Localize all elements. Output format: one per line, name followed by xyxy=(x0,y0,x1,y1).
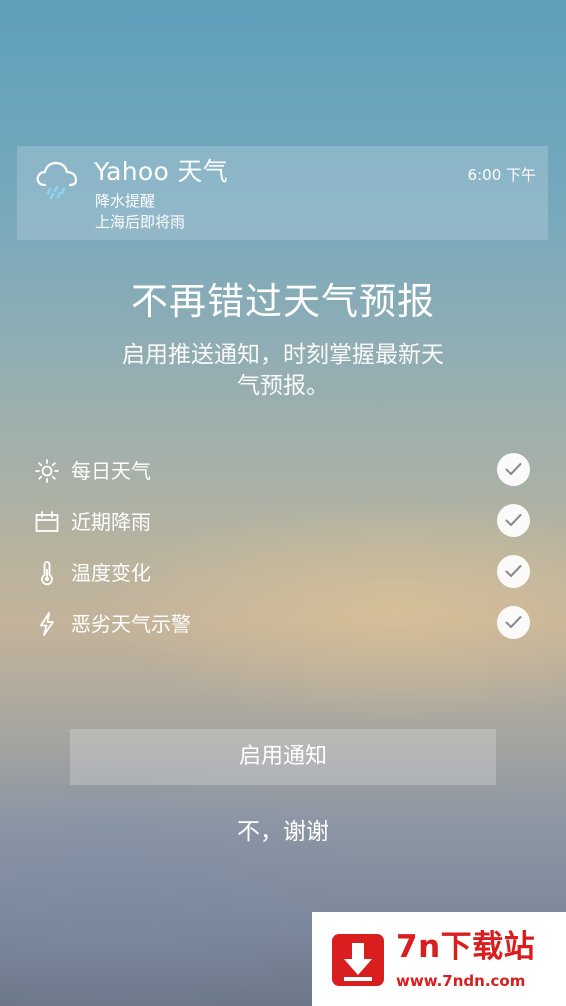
feature-item-upcoming-rain[interactable]: 近期降雨 xyxy=(0,501,566,541)
feature-item-severe-weather-alert[interactable]: 恶劣天气示警 xyxy=(0,603,566,643)
notification-time: 6:00 下午 xyxy=(467,166,536,184)
sun-icon xyxy=(34,458,60,484)
enable-notifications-button[interactable]: 启用通知 xyxy=(70,729,496,785)
feature-label: 恶劣天气示警 xyxy=(71,612,191,636)
decline-button[interactable]: 不，谢谢 xyxy=(183,812,383,852)
notification-title: 降水提醒 xyxy=(95,192,156,210)
watermark-url: www.7ndn.com xyxy=(396,972,526,990)
feature-label: 每日天气 xyxy=(71,459,151,483)
feature-label: 温度变化 xyxy=(71,561,151,585)
page-subtitle: 启用推送通知，时刻掌握最新天气预报。 xyxy=(122,342,444,399)
lightning-icon xyxy=(34,611,60,637)
notification-card[interactable]: Yahoo 天气 降水提醒 上海后即将雨 6:00 下午 xyxy=(17,146,548,240)
calendar-icon xyxy=(34,509,60,535)
feature-label: 近期降雨 xyxy=(71,510,151,534)
thermometer-icon xyxy=(34,560,60,586)
notification-app-name: Yahoo 天气 xyxy=(94,157,228,186)
rain-cloud-icon xyxy=(33,158,79,200)
checkmark-icon[interactable] xyxy=(497,504,530,537)
page-title: 不再错过天气预报 xyxy=(131,280,435,323)
watermark-title: 7n下载站 xyxy=(396,929,536,965)
checkmark-icon[interactable] xyxy=(497,453,530,486)
checkmark-icon[interactable] xyxy=(497,606,530,639)
download-icon xyxy=(332,934,384,986)
checkmark-icon[interactable] xyxy=(497,555,530,588)
watermark-banner: 7n下载站 www.7ndn.com xyxy=(312,912,566,1006)
feature-item-daily-weather[interactable]: 每日天气 xyxy=(0,450,566,490)
notification-body: 上海后即将雨 xyxy=(95,213,186,231)
feature-item-temperature-change[interactable]: 温度变化 xyxy=(0,552,566,592)
